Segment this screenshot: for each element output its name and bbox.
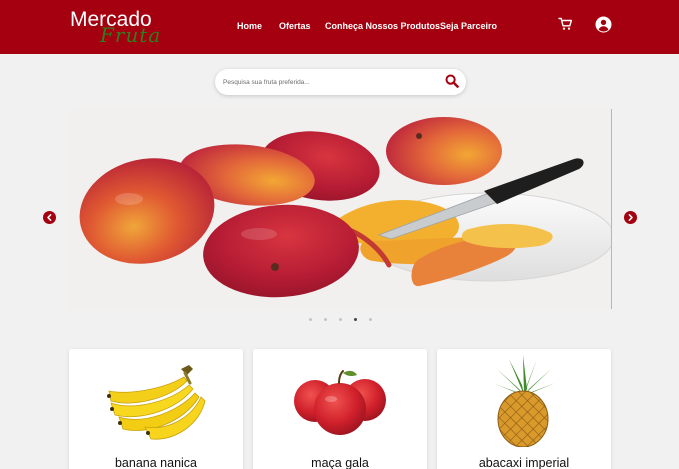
- search-input[interactable]: [223, 74, 433, 90]
- product-name: maça gala: [311, 456, 369, 469]
- carousel-dot[interactable]: [339, 318, 342, 321]
- apple-image: [294, 370, 386, 435]
- nav-partner[interactable]: Seja Parceiro: [440, 21, 497, 31]
- product-name: banana nanica: [114, 456, 198, 469]
- nav-products[interactable]: Conheça Nossos Produtos: [325, 21, 440, 31]
- chevron-left-icon: [47, 214, 52, 221]
- carousel-slide-image: [69, 109, 612, 309]
- brand-name-sub: Fruta: [100, 23, 162, 47]
- chevron-right-icon: [628, 214, 633, 221]
- carousel-dot[interactable]: [324, 318, 327, 321]
- carousel-prev-button[interactable]: [43, 211, 56, 224]
- carousel-dot[interactable]: [369, 318, 372, 321]
- product-card-pineapple[interactable]: abacaxi imperial: [437, 349, 611, 469]
- nav-home[interactable]: Home: [237, 21, 262, 31]
- search-icon[interactable]: [445, 74, 459, 88]
- carousel-dot[interactable]: [309, 318, 312, 321]
- product-card-banana[interactable]: banana nanica: [69, 349, 243, 469]
- pineapple-image: [493, 355, 555, 447]
- site-header: Mercado Fruta Home Ofertas Conheça Nosso…: [0, 0, 679, 54]
- banana-image: [107, 365, 206, 440]
- search-bar: [215, 69, 466, 95]
- cart-icon[interactable]: [558, 17, 573, 31]
- nav-offers[interactable]: Ofertas: [279, 21, 311, 31]
- product-card-apple[interactable]: maça gala: [253, 349, 427, 469]
- carousel-next-button[interactable]: [624, 211, 637, 224]
- user-circle-icon[interactable]: [595, 16, 612, 33]
- carousel-dot-active[interactable]: [354, 318, 357, 321]
- brand-logo[interactable]: Mercado Fruta: [70, 8, 170, 47]
- product-name: abacaxi imperial: [478, 456, 570, 469]
